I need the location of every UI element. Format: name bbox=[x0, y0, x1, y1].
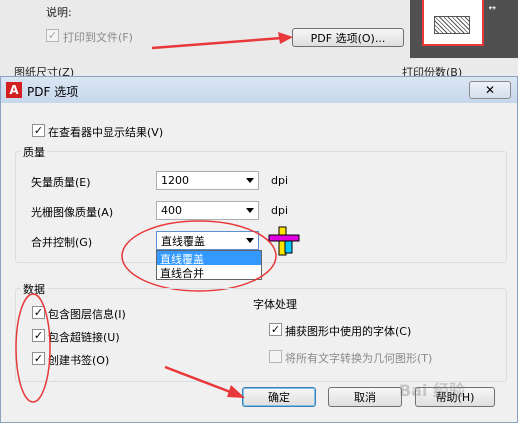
annotation-arrow-top bbox=[151, 32, 293, 50]
vector-quality-value: 1200 bbox=[161, 174, 189, 187]
cancel-button[interactable]: 取消 bbox=[328, 387, 402, 407]
chevron-down-icon bbox=[246, 178, 254, 183]
include-hyperlinks-label: 包含超链接(U) bbox=[48, 331, 120, 344]
dimension-marker: ↕ bbox=[486, 4, 496, 12]
print-to-file-checkbox[interactable]: ✓ bbox=[46, 29, 59, 42]
autocad-logo-icon: A bbox=[6, 82, 22, 98]
raster-quality-label: 光栅图像质量(A) bbox=[31, 206, 114, 219]
print-to-file-label: 打印到文件(F) bbox=[63, 31, 133, 44]
quality-group-label: 质量 bbox=[21, 144, 47, 160]
annotation-ellipse-merge bbox=[121, 220, 277, 292]
create-bookmarks-label: 创建书签(O) bbox=[48, 354, 110, 367]
ok-button[interactable]: 确定 bbox=[242, 387, 316, 407]
show-in-viewer-label: 在查看器中显示结果(V) bbox=[48, 126, 164, 139]
hatch-preview bbox=[434, 16, 470, 34]
dialog-title: PDF 选项 bbox=[27, 85, 79, 99]
font-group-label: 字体处理 bbox=[253, 298, 297, 311]
chevron-down-icon bbox=[246, 208, 254, 213]
merge-control-label: 合并控制(G) bbox=[31, 236, 93, 249]
title-bar bbox=[1, 77, 517, 103]
watermark-text: Bai 经验 bbox=[399, 381, 466, 400]
annotation-ellipse-data bbox=[15, 293, 51, 403]
raster-quality-value: 400 bbox=[161, 204, 182, 217]
dpi-unit-vector: dpi bbox=[271, 174, 289, 187]
include-layers-label: 包含图层信息(I) bbox=[48, 308, 126, 321]
vector-quality-select[interactable]: 1200 bbox=[156, 171, 259, 190]
annotation-arrow-ok bbox=[164, 365, 245, 398]
capture-fonts-checkbox[interactable]: ✓ bbox=[269, 323, 282, 336]
close-button[interactable]: ✕ bbox=[469, 81, 511, 99]
dpi-unit-raster: dpi bbox=[271, 204, 289, 217]
preview-paper bbox=[422, 0, 484, 46]
pdf-options-dialog: A PDF 选项 ✕ ✓ 在查看器中显示结果(V) 质量 矢量质量(E) 120… bbox=[0, 76, 518, 423]
vector-quality-label: 矢量质量(E) bbox=[31, 176, 91, 189]
capture-fonts-label: 捕获图形中使用的字体(C) bbox=[285, 325, 412, 338]
convert-text-checkbox[interactable] bbox=[269, 350, 282, 363]
pdf-options-button[interactable]: PDF 选项(O)... bbox=[292, 28, 404, 47]
description-label: 说明: bbox=[46, 6, 72, 19]
show-in-viewer-checkbox[interactable]: ✓ bbox=[32, 124, 45, 137]
convert-text-label: 将所有文字转换为几何图形(T) bbox=[285, 352, 433, 365]
